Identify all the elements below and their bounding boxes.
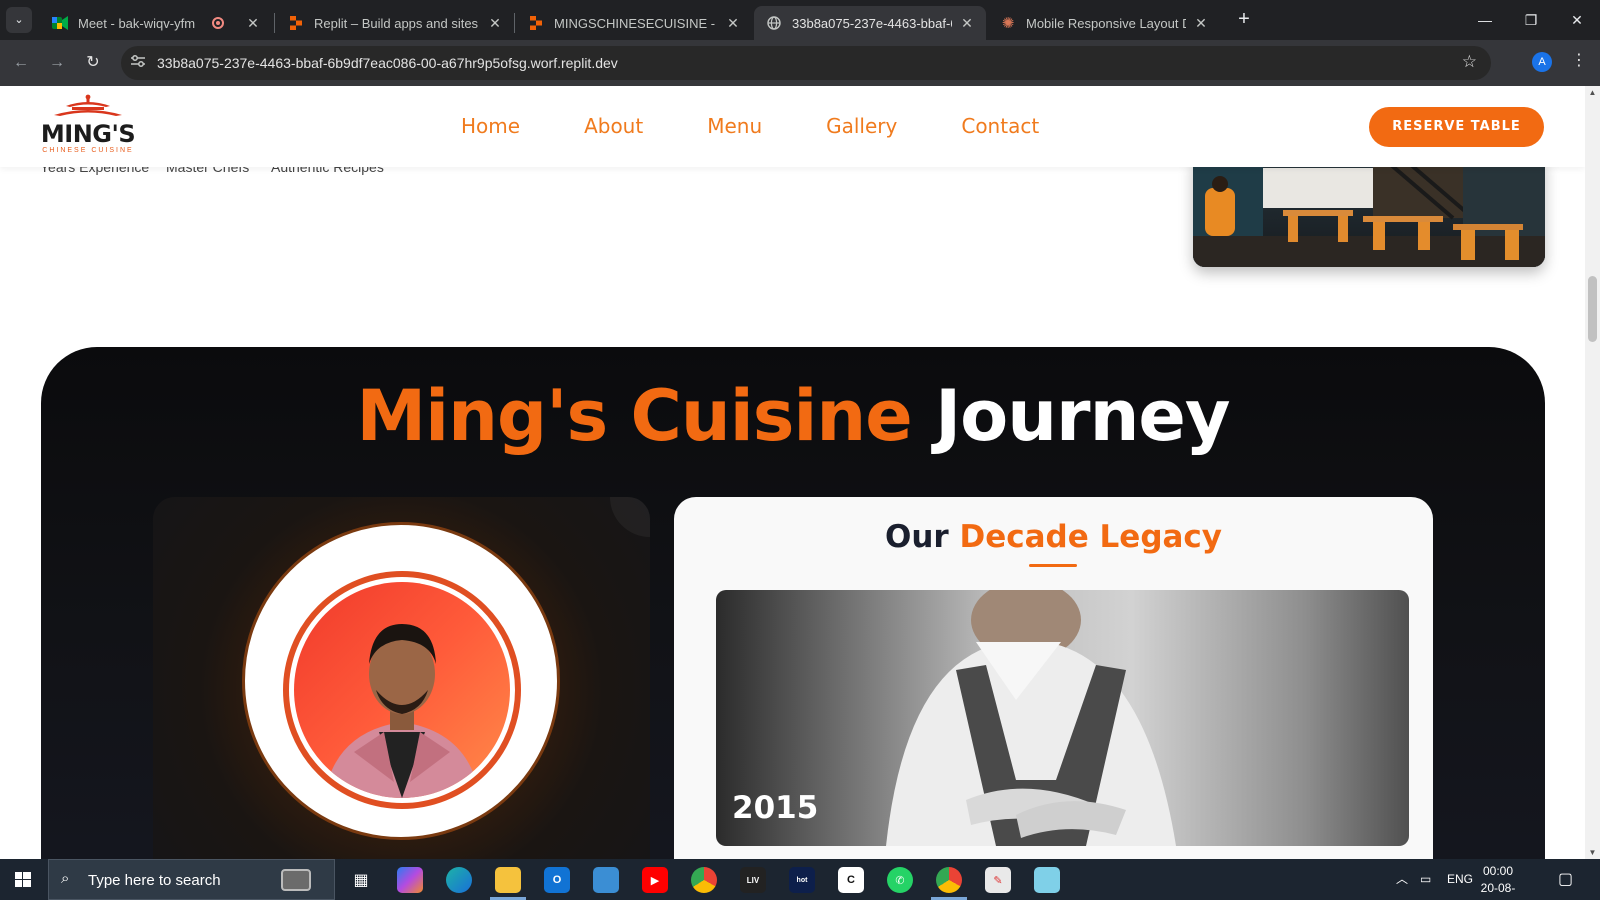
- site-info-icon[interactable]: [129, 54, 147, 72]
- mings-logo[interactable]: MING'S CHINESE CUISINE: [40, 94, 136, 158]
- clock-time: 00:00: [1482, 864, 1514, 878]
- browser-menu-icon[interactable]: ⋮: [1571, 50, 1587, 70]
- scroll-down-arrow[interactable]: ▼: [1585, 848, 1600, 857]
- paint-icon[interactable]: ✎: [985, 867, 1011, 893]
- close-tab-icon[interactable]: ✕: [724, 15, 742, 32]
- tab-title: Mobile Responsive Layout Design: [1026, 15, 1186, 31]
- taskbar-clock[interactable]: 00:00 20-08-2025: [1468, 863, 1528, 900]
- nav-contact[interactable]: Contact: [961, 114, 1039, 138]
- whatsapp-icon[interactable]: ✆: [887, 867, 913, 893]
- browser-toolbar: ← → ↻ 33b8a075-237e-4463-bbaf-6b9df7eac0…: [0, 40, 1600, 86]
- new-tab-button[interactable]: +: [1232, 8, 1256, 32]
- search-icon: ⌕: [61, 870, 70, 887]
- clock-date: 20-08-2025: [1480, 881, 1516, 900]
- tab-mobile-layout[interactable]: ✺ Mobile Responsive Layout Design ✕: [988, 6, 1220, 40]
- browser-tab-bar: ⌄ Meet - bak-wiqv-yfm ✕ Replit – Build a…: [0, 0, 1600, 40]
- copilot-icon[interactable]: [397, 867, 423, 893]
- journey-section: Ming's Cuisine Journey Our Decade Legacy…: [41, 347, 1545, 859]
- founder-portrait-frame: [242, 522, 560, 840]
- address-bar[interactable]: 33b8a075-237e-4463-bbaf-6b9df7eac086-00-…: [121, 46, 1491, 80]
- url-text: 33b8a075-237e-4463-bbaf-6b9df7eac086-00-…: [157, 55, 618, 71]
- journey-title-word: Journey: [935, 375, 1230, 457]
- tray-chevron-icon[interactable]: ︿: [1396, 859, 1408, 900]
- legacy-title-highlight: Decade Legacy: [959, 519, 1223, 555]
- legacy-card: Our Decade Legacy 2015: [674, 497, 1433, 859]
- title-underline: [1029, 564, 1077, 567]
- journey-title: Ming's Cuisine Journey: [41, 375, 1545, 457]
- chrome-icon[interactable]: [691, 867, 717, 893]
- back-arrow-icon[interactable]: ←: [8, 50, 34, 76]
- close-tab-icon[interactable]: ✕: [486, 15, 504, 32]
- notifications-icon[interactable]: ▢: [1558, 859, 1573, 900]
- close-tab-icon[interactable]: ✕: [244, 15, 262, 32]
- tab-title: Replit – Build apps and sites with AI: [314, 15, 480, 31]
- restore-button[interactable]: ❐: [1508, 0, 1554, 40]
- youtube-icon[interactable]: ▶: [642, 867, 668, 893]
- tab-title: 33b8a075-237e-4463-bbaf-6b9df7eac086: [792, 15, 952, 31]
- legacy-title-our: Our: [884, 519, 949, 555]
- reserve-table-button[interactable]: RESERVE TABLE: [1369, 107, 1544, 147]
- tab-title: MINGSCHINESECUISINE - Replit: [554, 15, 718, 31]
- notepad-icon[interactable]: [1034, 867, 1060, 893]
- nav-home[interactable]: Home: [461, 114, 520, 138]
- camera-icon: [281, 869, 311, 891]
- restaurant-interior-photo: [1193, 158, 1545, 267]
- tab-title: Meet - bak-wiqv-yfm: [78, 15, 196, 31]
- control-panel-icon[interactable]: [593, 867, 619, 893]
- hotstar-icon[interactable]: hot: [789, 867, 815, 893]
- capcut-icon[interactable]: C: [838, 867, 864, 893]
- edge-icon[interactable]: [446, 867, 472, 893]
- file-explorer-icon[interactable]: [495, 867, 521, 893]
- sonyliv-icon[interactable]: LIV: [740, 867, 766, 893]
- close-window-button[interactable]: ✕: [1554, 0, 1600, 40]
- logo-subtitle: CHINESE CUISINE: [42, 147, 134, 154]
- tab-active-preview[interactable]: 33b8a075-237e-4463-bbaf-6b9df7eac086 ✕: [754, 6, 986, 40]
- founder-portrait: [294, 582, 510, 798]
- reload-icon[interactable]: ↻: [80, 50, 106, 76]
- tab-search-dropdown[interactable]: ⌄: [6, 7, 32, 33]
- scroll-up-arrow[interactable]: ▲: [1585, 88, 1600, 97]
- tab-replit[interactable]: Replit – Build apps and sites with AI ✕: [276, 6, 514, 40]
- legacy-title: Our Decade Legacy: [674, 519, 1433, 555]
- windows-taskbar: ⌕ Type here to search ▦ O ▶ LIV hot C ✆ …: [0, 859, 1600, 900]
- forward-arrow-icon[interactable]: →: [44, 50, 70, 76]
- task-view-icon[interactable]: ▦: [348, 867, 374, 893]
- profile-avatar[interactable]: A: [1532, 52, 1552, 72]
- close-tab-icon[interactable]: ✕: [958, 15, 976, 32]
- recording-icon: [212, 17, 224, 29]
- taskbar-search[interactable]: ⌕ Type here to search: [48, 859, 335, 900]
- nav-about[interactable]: About: [584, 114, 643, 138]
- timeline-year: 2015: [732, 790, 819, 826]
- logo-wordmark: MING'S: [40, 120, 136, 148]
- replit-icon: [528, 15, 544, 31]
- nav-gallery[interactable]: Gallery: [826, 114, 897, 138]
- founder-card: [153, 497, 650, 859]
- search-placeholder: Type here to search: [88, 872, 221, 889]
- pagoda-roof-icon: [54, 94, 122, 116]
- page-scrollbar[interactable]: ▲ ▼: [1585, 86, 1600, 859]
- close-tab-icon[interactable]: ✕: [1192, 15, 1210, 32]
- minimize-button[interactable]: —: [1462, 0, 1508, 40]
- site-header: MING'S CHINESE CUISINE Home About Menu G…: [0, 86, 1585, 167]
- journey-title-brand: Ming's Cuisine: [356, 375, 912, 457]
- windows-start-button[interactable]: [0, 859, 46, 900]
- bookmark-star-icon[interactable]: ☆: [1462, 52, 1477, 72]
- chef-photo: 2015: [716, 590, 1409, 846]
- network-icon[interactable]: ▭: [1420, 859, 1431, 900]
- replit-icon: [288, 15, 304, 31]
- google-meet-icon: [52, 15, 68, 31]
- claude-icon: ✺: [1001, 15, 1015, 32]
- main-nav: Home About Menu Gallery Contact: [461, 114, 1103, 138]
- nav-menu[interactable]: Menu: [707, 114, 762, 138]
- tab-mingschinesecuisine[interactable]: MINGSCHINESECUISINE - Replit ✕: [516, 6, 752, 40]
- scroll-thumb[interactable]: [1588, 276, 1597, 342]
- outlook-icon[interactable]: O: [544, 867, 570, 893]
- globe-icon: [766, 15, 782, 31]
- tab-meet[interactable]: Meet - bak-wiqv-yfm ✕: [40, 6, 272, 40]
- chrome-profile-icon[interactable]: [936, 867, 962, 893]
- page-viewport: Years Experience Master Chefs Authentic …: [0, 86, 1585, 859]
